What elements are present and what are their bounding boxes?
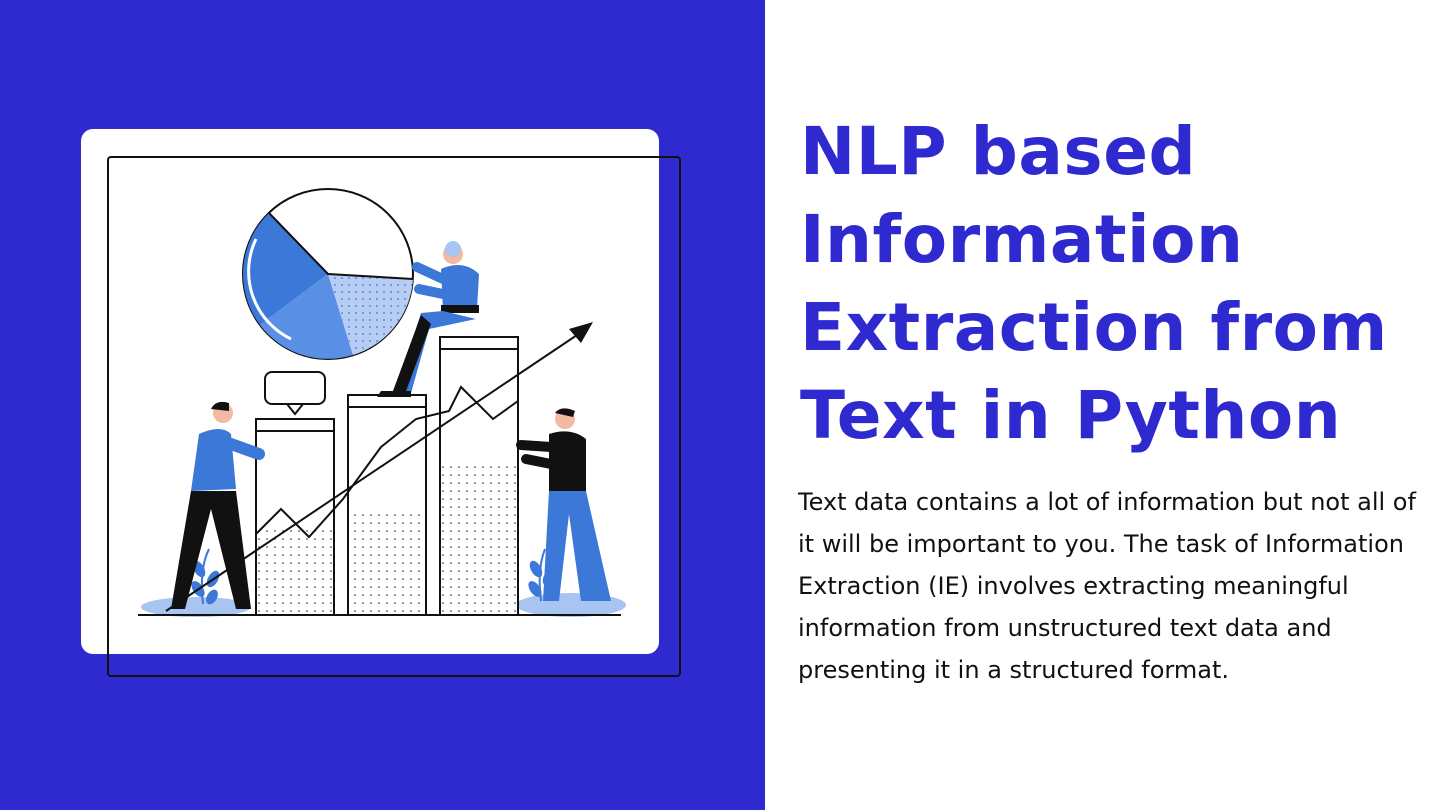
description-text: Text data contains a lot of information … xyxy=(798,488,1416,684)
left-panel xyxy=(0,0,765,810)
right-panel: NLP based Information Extraction from Te… xyxy=(765,0,1440,810)
page-title: NLP based Information Extraction from Te… xyxy=(800,113,1388,454)
card-outline-frame xyxy=(107,156,681,677)
